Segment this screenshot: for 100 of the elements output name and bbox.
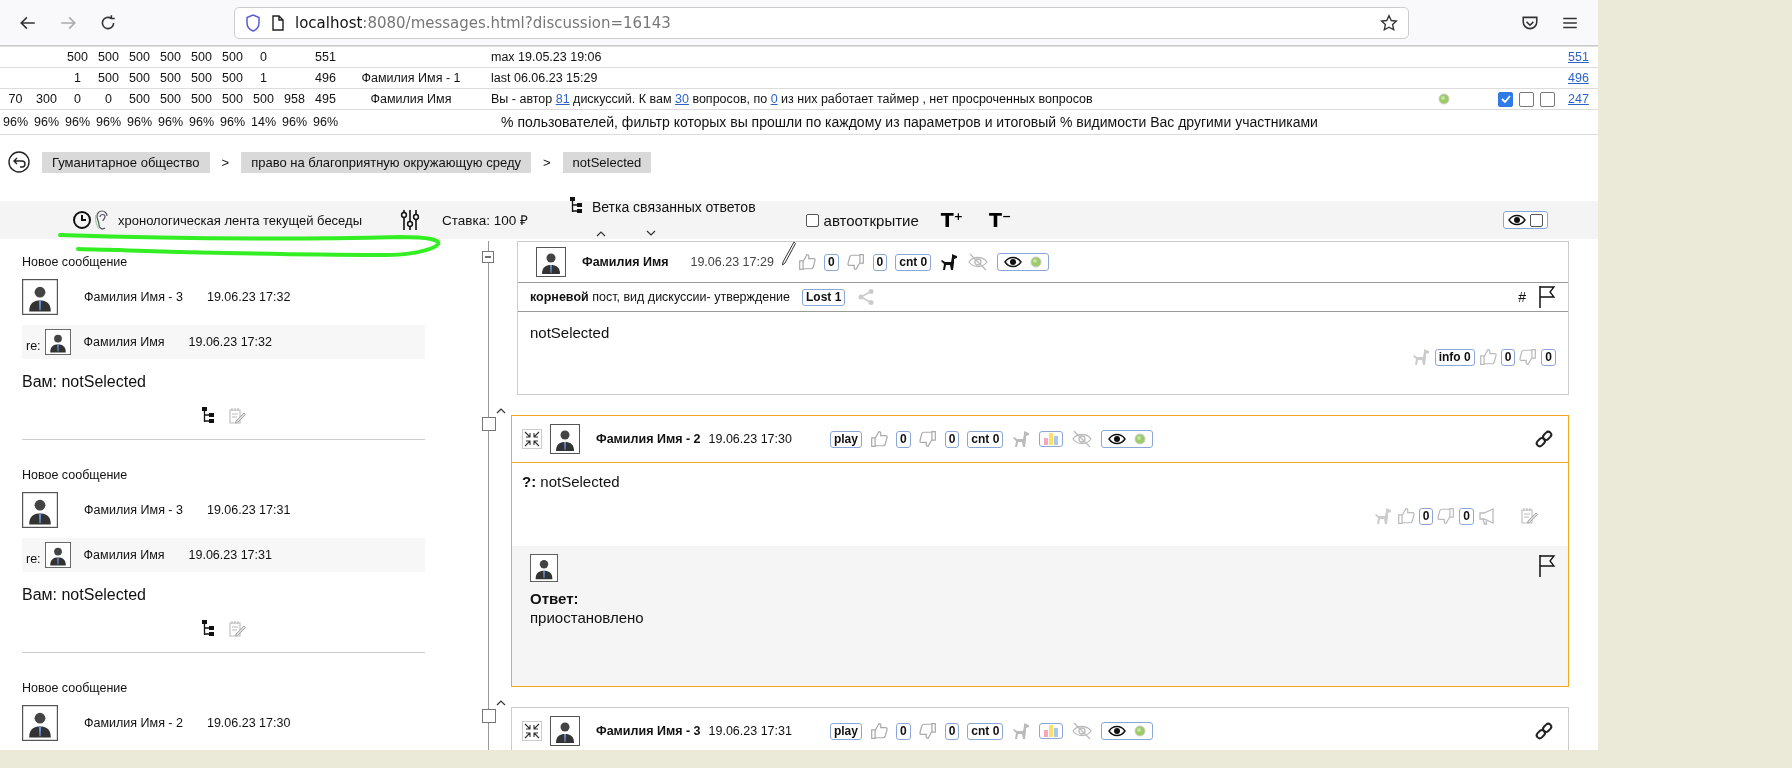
- chevron-up-icon[interactable]: [595, 230, 606, 237]
- reply-reference[interactable]: re: Фамилия Имя 19.06.23 17:32: [22, 325, 425, 359]
- visibility-toggle[interactable]: [1503, 211, 1548, 229]
- breadcrumb-item[interactable]: право на благоприятную окружающую среду: [241, 151, 531, 173]
- info-text: last 06.06.23 15:29: [491, 71, 598, 85]
- stat-cell: 96%: [282, 115, 307, 129]
- count-link[interactable]: 551: [1568, 50, 1589, 64]
- stat-cell: 0: [105, 92, 112, 106]
- pencil-icon[interactable]: [781, 241, 796, 267]
- chevron-down-icon[interactable]: [645, 230, 656, 237]
- stat-cell: 500: [222, 50, 243, 64]
- thumbs-down-icon[interactable]: [918, 722, 937, 740]
- color-bars-button[interactable]: [1039, 431, 1064, 447]
- checkbox[interactable]: [1498, 91, 1513, 107]
- thumbs-down-icon[interactable]: [918, 430, 937, 448]
- count-link[interactable]: 496: [1568, 71, 1589, 85]
- breadcrumb-separator: >: [543, 154, 551, 170]
- stat-cell: 14%: [251, 115, 276, 129]
- lost-button[interactable]: Lost 1: [802, 288, 846, 306]
- collapse-icon[interactable]: [522, 721, 542, 741]
- avatar-icon: [536, 247, 566, 277]
- breadcrumb-item[interactable]: Гуманитарное общество: [42, 151, 210, 173]
- chevron-up-icon[interactable]: [496, 699, 506, 706]
- cnt-button[interactable]: cnt 0: [895, 253, 932, 271]
- count-link[interactable]: 30: [675, 92, 689, 106]
- count-badge: 0: [872, 253, 888, 271]
- count-badge: 0: [1418, 507, 1434, 525]
- feed-label[interactable]: хронологическая лента текущей беседы: [118, 212, 362, 228]
- sliders-icon[interactable]: [400, 209, 420, 231]
- breadcrumb-item[interactable]: notSelected: [562, 151, 652, 173]
- visibility-toggle[interactable]: [1101, 722, 1154, 740]
- author-name[interactable]: Фамилия Имя - 3: [84, 290, 183, 304]
- collapse-icon[interactable]: [522, 429, 542, 449]
- stat-cell: 958: [284, 92, 305, 106]
- link-icon[interactable]: [1534, 429, 1554, 449]
- flag-icon[interactable]: [1538, 285, 1556, 309]
- count-link[interactable]: 81: [555, 92, 570, 106]
- flag-icon[interactable]: [1538, 554, 1556, 578]
- edit-icon[interactable]: [1520, 507, 1538, 525]
- thumbs-down-icon[interactable]: [1519, 348, 1538, 366]
- count-badge: 0: [1541, 348, 1556, 366]
- message-text: notSelected: [530, 324, 611, 341]
- back-circle-icon[interactable]: [8, 151, 30, 173]
- stat-cell: 495: [315, 92, 336, 106]
- tree-node-icon[interactable]: [482, 709, 496, 723]
- visibility-toggle[interactable]: [1101, 430, 1154, 448]
- thumbs-up-icon[interactable]: [797, 253, 816, 271]
- play-button[interactable]: play: [829, 430, 862, 448]
- count-link[interactable]: 247: [1568, 92, 1589, 106]
- thumbs-down-icon[interactable]: [846, 253, 865, 271]
- cnt-button[interactable]: cnt 0: [967, 430, 1004, 448]
- tree-icon[interactable]: [569, 197, 582, 215]
- autoopen-checkbox[interactable]: автооткрытие: [805, 211, 919, 229]
- thumbs-down-icon[interactable]: [1437, 507, 1456, 525]
- author-name[interactable]: Фамилия Имя - 3: [596, 724, 701, 738]
- address-bar[interactable]: localhost:8080/messages.html?discussion=16143: [234, 6, 1409, 39]
- visibility-toggle[interactable]: [997, 253, 1050, 271]
- collapse-toggle-icon[interactable]: [482, 251, 494, 263]
- avatar-icon: [550, 424, 580, 454]
- thumbs-up-icon[interactable]: [1478, 348, 1497, 366]
- tree-icon[interactable]: [201, 407, 214, 425]
- count-link[interactable]: 0: [770, 92, 778, 106]
- tree-icon[interactable]: [201, 620, 214, 638]
- star-icon[interactable]: [1380, 13, 1398, 32]
- thumbs-up-icon[interactable]: [1396, 507, 1415, 525]
- stat-cell: 500: [160, 92, 181, 106]
- thumbs-up-icon[interactable]: [869, 430, 888, 448]
- edit-icon[interactable]: [227, 620, 246, 638]
- thumbs-up-icon[interactable]: [869, 722, 888, 740]
- ear-icon[interactable]: [94, 209, 110, 231]
- item-title: Новое сообщение: [22, 468, 129, 482]
- font-increase-button[interactable]: T$^{+}$: [936, 209, 967, 231]
- author-name[interactable]: Фамилия Имя: [582, 255, 669, 269]
- edit-icon[interactable]: [227, 407, 246, 425]
- stat-cell: 96%: [158, 115, 183, 129]
- color-bars-button[interactable]: [1039, 723, 1064, 739]
- tree-node-icon[interactable]: [482, 417, 496, 431]
- reply-reference[interactable]: re: Фамилия Имя 19.06.23 17:31: [22, 538, 425, 572]
- branch-label[interactable]: Ветка связанных ответов: [591, 199, 756, 215]
- hash-label[interactable]: #: [1518, 289, 1526, 305]
- status-dot-icon: [1134, 725, 1147, 737]
- chevron-up-icon[interactable]: [496, 407, 506, 414]
- reload-icon[interactable]: [99, 13, 117, 32]
- play-button[interactable]: play: [829, 722, 862, 740]
- clock-icon[interactable]: [72, 210, 92, 230]
- author-name[interactable]: Фамилия Имя - 2: [596, 432, 701, 446]
- font-decrease-button[interactable]: T$^{−}$: [984, 209, 1016, 231]
- count-badge: 0: [823, 253, 839, 271]
- checkbox[interactable]: [1519, 91, 1534, 107]
- reply-prefix: re:: [26, 339, 41, 353]
- dog-icon[interactable]: [939, 252, 960, 272]
- link-icon[interactable]: [1534, 721, 1554, 741]
- info-button[interactable]: info 0: [1434, 348, 1475, 366]
- answer-label: Ответ:: [530, 590, 580, 607]
- checkbox[interactable]: [1540, 91, 1555, 107]
- stat-cell: 551: [315, 50, 336, 64]
- author-name[interactable]: Фамилия Имя - 3: [84, 503, 183, 517]
- info-text: Вы - автор 81 дискуссий. К вам 30 вопросов, по 0 из них работает таймер , нет просроченных вопросов: [491, 92, 1093, 106]
- cnt-button[interactable]: cnt 0: [967, 722, 1004, 740]
- author-name[interactable]: Фамилия Имя - 2: [84, 716, 183, 730]
